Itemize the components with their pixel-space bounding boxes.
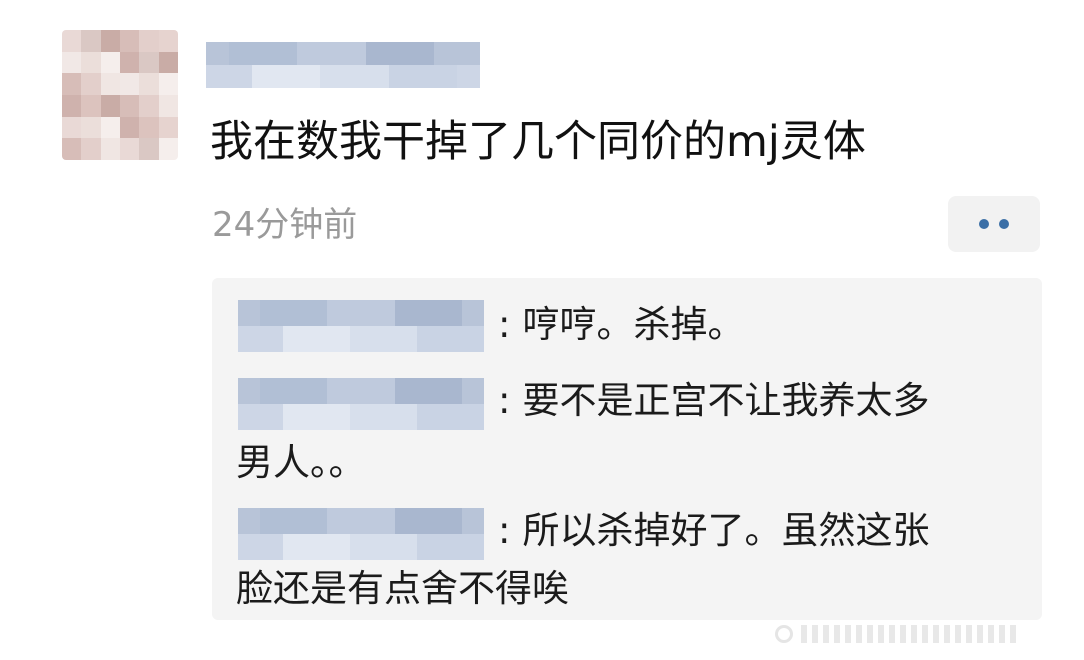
reply-separator: : — [498, 379, 511, 422]
reply-line: : 要不是正宫不让我养太多 — [498, 370, 929, 432]
reply-line: : 哼哼。杀掉。 — [498, 294, 744, 356]
reply-line-continued: 脸还是有点舍不得唉 — [236, 567, 569, 610]
username-mosaic[interactable] — [206, 42, 480, 88]
more-dots-icon — [999, 219, 1009, 229]
replies-panel: : 哼哼。杀掉。 : 要不是正宫不让我养太多 男人。。 : 所以杀掉好了。虽然这张 脸… — [212, 278, 1042, 620]
reply-separator: : — [498, 303, 511, 346]
reply-username-mosaic[interactable] — [238, 508, 484, 560]
reply-text: 要不是正宫不让我养太多 — [522, 379, 930, 422]
avatar[interactable] — [62, 30, 178, 160]
more-button[interactable] — [948, 196, 1040, 252]
reply-username-mosaic[interactable] — [238, 300, 484, 352]
timestamp: 24分钟前 — [212, 205, 358, 245]
reply-separator: : — [498, 509, 511, 552]
reply-text: 哼哼。杀掉。 — [522, 303, 745, 346]
watermark-logo-icon — [775, 625, 793, 643]
watermark — [775, 620, 1075, 648]
comment-text: 我在数我干掉了几个同价的mj灵体 — [210, 117, 866, 167]
watermark-mark — [801, 625, 1016, 643]
reply-text: 所以杀掉好了。虽然这张 — [522, 509, 930, 552]
reply-line-continued: 男人。。 — [236, 441, 366, 484]
more-dots-icon — [979, 219, 989, 229]
reply-line: : 所以杀掉好了。虽然这张 — [498, 500, 929, 562]
reply-username-mosaic[interactable] — [238, 378, 484, 430]
